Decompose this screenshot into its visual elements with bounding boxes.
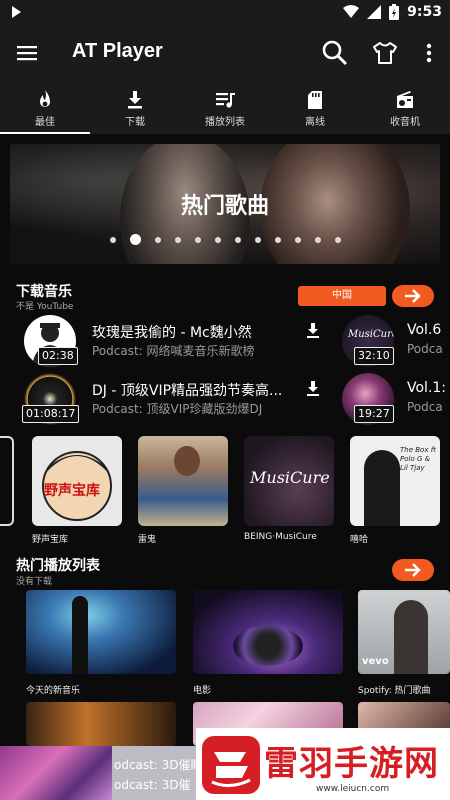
- duration-badge: 01:08:17: [22, 405, 80, 423]
- banner-title: 热门歌曲: [180, 194, 269, 219]
- clock: 9:53: [407, 4, 442, 20]
- tab-label: 播放列表: [205, 117, 245, 128]
- download-icon[interactable]: [304, 380, 322, 398]
- theme-shirt-icon[interactable]: [370, 38, 400, 68]
- country-selector[interactable]: 中国: [298, 286, 386, 306]
- more-options-icon[interactable]: [414, 38, 444, 68]
- hamburger-menu-icon[interactable]: [16, 42, 38, 64]
- battery-icon: [389, 4, 400, 20]
- banner-pager-dot[interactable]: [274, 236, 281, 243]
- radio-icon: [397, 91, 413, 108]
- playlist-label: 今天的新音乐: [26, 686, 81, 696]
- podcast-title[interactable]: 玫瑰是我偷的 - Mc魏小然: [92, 322, 300, 342]
- artist-label: 雷鬼: [138, 535, 157, 545]
- banner-pager-dot[interactable]: [109, 236, 116, 243]
- duration-badge: 19:27: [354, 405, 394, 423]
- watermark-text: 雷羽手游网: [264, 744, 439, 784]
- artist-card[interactable]: The Box ft Polo G & Lil Tjay: [350, 436, 440, 526]
- banner-pager-dot[interactable]: [174, 236, 181, 243]
- download-icon[interactable]: [304, 322, 322, 340]
- app-bar: AT Player: [0, 24, 450, 82]
- tab-label: 最佳: [35, 117, 55, 128]
- banner-pager-dot[interactable]: [314, 236, 321, 243]
- tab-bar: 最佳 下载 播放列表 离线 收音机: [0, 82, 450, 134]
- wifi-icon: [343, 5, 360, 18]
- banner-pager-dot[interactable]: [254, 236, 261, 243]
- artist-label: BEING·MusiCure: [244, 532, 317, 542]
- playlist-section-subtitle: 没有下载: [16, 577, 53, 587]
- podcast-art-text: MusiCure: [348, 329, 394, 340]
- mini-player-artwork: [0, 746, 112, 800]
- tab-download[interactable]: 下载: [90, 82, 180, 134]
- playlist-more-button[interactable]: [392, 559, 434, 581]
- playlist-card[interactable]: [26, 702, 176, 746]
- playlist-label: Spotify: 热门歌曲: [358, 686, 431, 696]
- download-section-title: 下载音乐: [16, 284, 72, 300]
- tab-label: 下载: [125, 117, 145, 128]
- playlist-label: 电影: [193, 686, 212, 696]
- tab-label: 收音机: [390, 117, 420, 128]
- download-section-subtitle: 不是 YouTube: [16, 302, 74, 312]
- arrow-right-icon: [405, 289, 421, 303]
- banner-pager-dot[interactable]: [154, 236, 161, 243]
- sd-card-icon: [308, 91, 322, 109]
- artist-card[interactable]: 野声宝库: [32, 436, 122, 526]
- playlist-card[interactable]: [193, 590, 343, 674]
- podcast-source: Podcast: 顶级VIP珍藏版劲爆DJ: [92, 402, 263, 416]
- playlist-section-title: 热门播放列表: [16, 558, 100, 574]
- banner-pager-dot[interactable]: [334, 236, 341, 243]
- tab-radio[interactable]: 收音机: [360, 82, 450, 134]
- playlist-icon: [216, 93, 235, 108]
- artist-card[interactable]: MusiCure: [244, 436, 334, 526]
- playlist-card[interactable]: [26, 590, 176, 674]
- banner-pager-dot[interactable]: [129, 234, 141, 245]
- banner-pager: [10, 234, 440, 245]
- artist-art-text: MusiCure: [250, 468, 330, 487]
- duration-badge: 02:38: [38, 347, 78, 365]
- featured-banner[interactable]: 热门歌曲: [10, 144, 440, 264]
- podcast-title[interactable]: Vol.1:: [407, 380, 450, 396]
- tab-best[interactable]: 最佳: [0, 82, 90, 134]
- banner-pager-dot[interactable]: [234, 236, 241, 243]
- app-title: AT Player: [72, 40, 163, 62]
- artist-card[interactable]: [138, 436, 228, 526]
- playlist-art-person: [394, 600, 428, 674]
- arrow-right-icon: [405, 563, 421, 577]
- banner-pager-dot[interactable]: [294, 236, 301, 243]
- podcast-title[interactable]: DJ - 顶级VIP精品强劲节奏高...: [92, 380, 300, 400]
- banner-pager-dot[interactable]: [214, 236, 221, 243]
- search-icon[interactable]: [320, 38, 350, 68]
- podcast-title[interactable]: Vol.6: [407, 322, 450, 338]
- site-logo-icon: [202, 736, 260, 794]
- download-more-button[interactable]: [392, 285, 434, 307]
- mini-player-subtitle: odcast: 3D催: [114, 778, 191, 792]
- cell-signal-icon: [367, 5, 382, 19]
- status-bar: 9:53: [0, 0, 450, 24]
- podcast-source: Podca: [407, 342, 443, 356]
- artist-photo: [364, 450, 400, 526]
- banner-pager-dot[interactable]: [194, 236, 201, 243]
- artist-photo: [174, 446, 200, 476]
- vevo-badge: vevo: [362, 656, 389, 667]
- artist-label: 嘻哈: [350, 535, 369, 545]
- playlist-art-turntable: [233, 626, 303, 666]
- playlist-card[interactable]: vevo: [358, 590, 450, 674]
- tab-offline[interactable]: 离线: [270, 82, 360, 134]
- artist-art-text: The Box ft Polo G & Lil Tjay: [400, 446, 436, 472]
- download-icon: [128, 91, 142, 109]
- artist-art-text: 野声宝库: [44, 483, 100, 499]
- podcast-source: Podca: [407, 400, 443, 414]
- media-playing-icon: [12, 6, 21, 18]
- carousel-edge-card: [0, 436, 14, 526]
- playlist-art-figure: [72, 596, 88, 674]
- mini-player-title: odcast: 3D催眠: [114, 758, 203, 772]
- tab-label: 离线: [305, 117, 325, 128]
- duration-badge: 32:10: [354, 347, 394, 365]
- site-watermark: 雷羽手游网 www.leiucn.com: [196, 728, 450, 800]
- artist-label: 野声宝库: [32, 535, 69, 545]
- watermark-url: www.leiucn.com: [316, 784, 390, 794]
- flame-icon: [40, 90, 50, 107]
- tab-playlists[interactable]: 播放列表: [180, 82, 270, 134]
- podcast-source: Podcast: 网络喊麦音乐新歌榜: [92, 344, 255, 358]
